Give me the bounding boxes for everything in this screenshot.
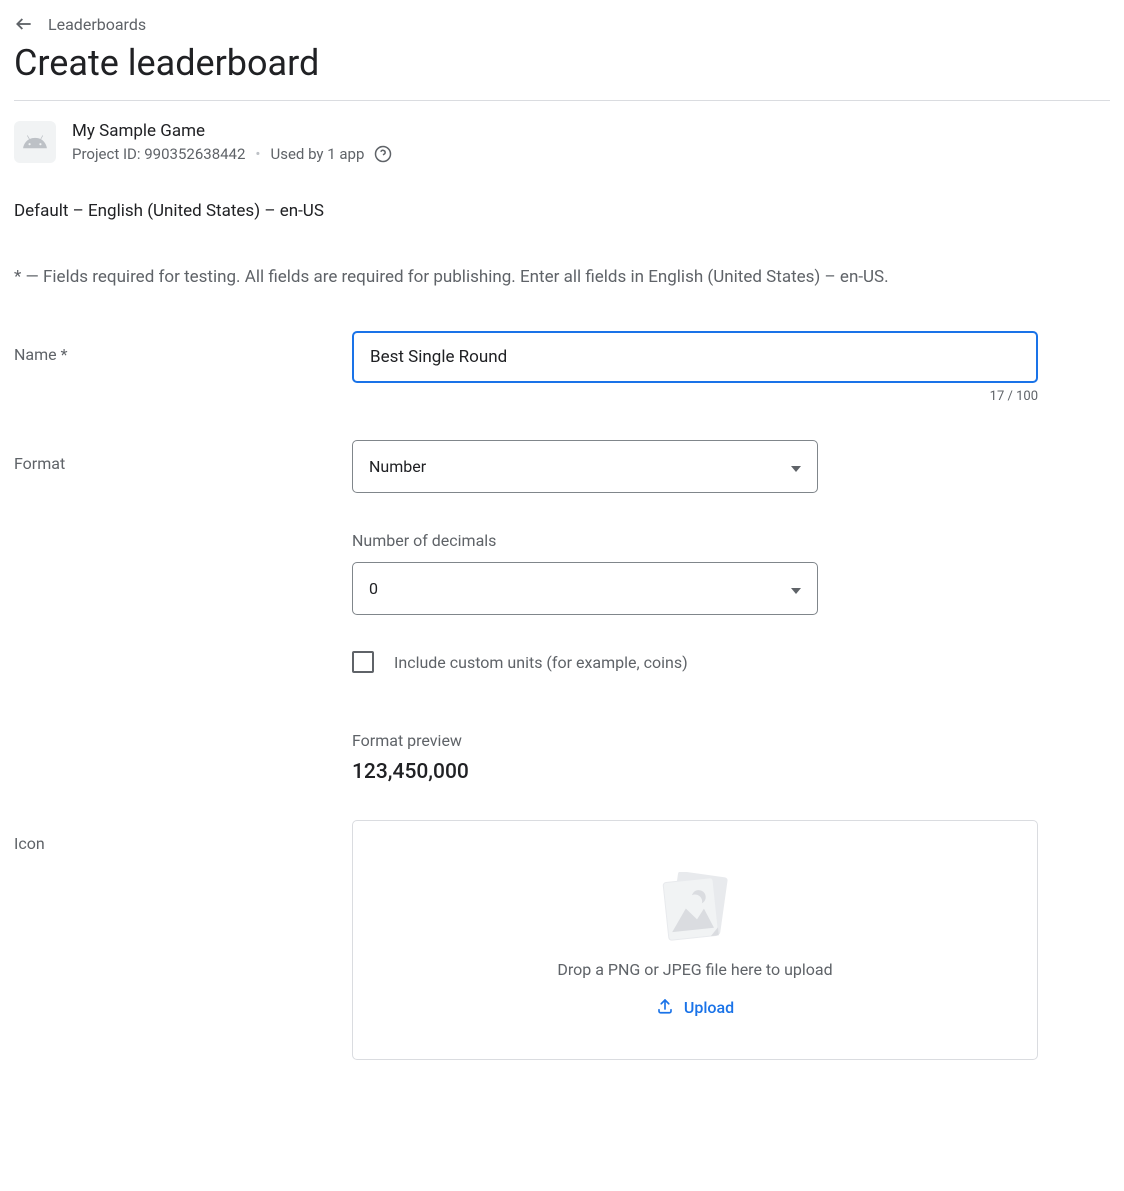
icon-label: Icon (14, 820, 352, 853)
back-arrow-icon[interactable] (14, 14, 34, 34)
upload-icon (656, 997, 674, 1019)
name-label: Name * (14, 331, 352, 364)
upload-label: Upload (684, 998, 734, 1017)
format-row: Format Number Number of decimals 0 Inclu… (14, 440, 1110, 784)
breadcrumb-label[interactable]: Leaderboards (48, 15, 146, 34)
meta-separator: • (255, 145, 260, 163)
icon-dropzone[interactable]: Drop a PNG or JPEG file here to upload U… (352, 820, 1038, 1060)
name-row: Name * 17 / 100 (14, 331, 1110, 404)
custom-units-checkbox[interactable] (352, 651, 374, 673)
format-select[interactable]: Number (352, 440, 818, 493)
image-stack-icon (660, 872, 730, 942)
project-summary: My Sample Game Project ID: 990352638442 … (14, 121, 1110, 163)
caret-down-icon (791, 457, 801, 476)
upload-button[interactable]: Upload (656, 997, 734, 1019)
project-usage: Used by 1 app (270, 145, 364, 163)
custom-units-label: Include custom units (for example, coins… (394, 653, 688, 672)
project-name: My Sample Game (72, 121, 392, 141)
header-divider (14, 100, 1110, 101)
format-label: Format (14, 440, 352, 473)
android-icon (22, 129, 48, 155)
format-value: Number (369, 457, 426, 476)
page-title: Create leaderboard (14, 42, 1110, 84)
name-char-counter: 17 / 100 (352, 389, 1038, 404)
project-icon (14, 121, 56, 163)
decimals-value: 0 (369, 579, 378, 598)
locale-text: Default – English (United States) – en-U… (14, 201, 1110, 221)
fields-required-note: * — Fields required for testing. All fie… (14, 267, 1110, 287)
format-preview-value: 123,450,000 (352, 760, 1038, 784)
dropzone-text: Drop a PNG or JPEG file here to upload (557, 960, 832, 979)
help-icon[interactable] (374, 145, 392, 163)
breadcrumb: Leaderboards (14, 14, 1110, 34)
custom-units-row: Include custom units (for example, coins… (352, 651, 1038, 673)
decimals-select[interactable]: 0 (352, 562, 818, 615)
project-id: Project ID: 990352638442 (72, 145, 245, 163)
decimals-label: Number of decimals (352, 531, 1038, 550)
icon-row: Icon Drop a PNG or JPEG file her (14, 820, 1110, 1060)
caret-down-icon (791, 579, 801, 598)
name-input[interactable] (352, 331, 1038, 383)
format-preview-label: Format preview (352, 731, 1038, 750)
